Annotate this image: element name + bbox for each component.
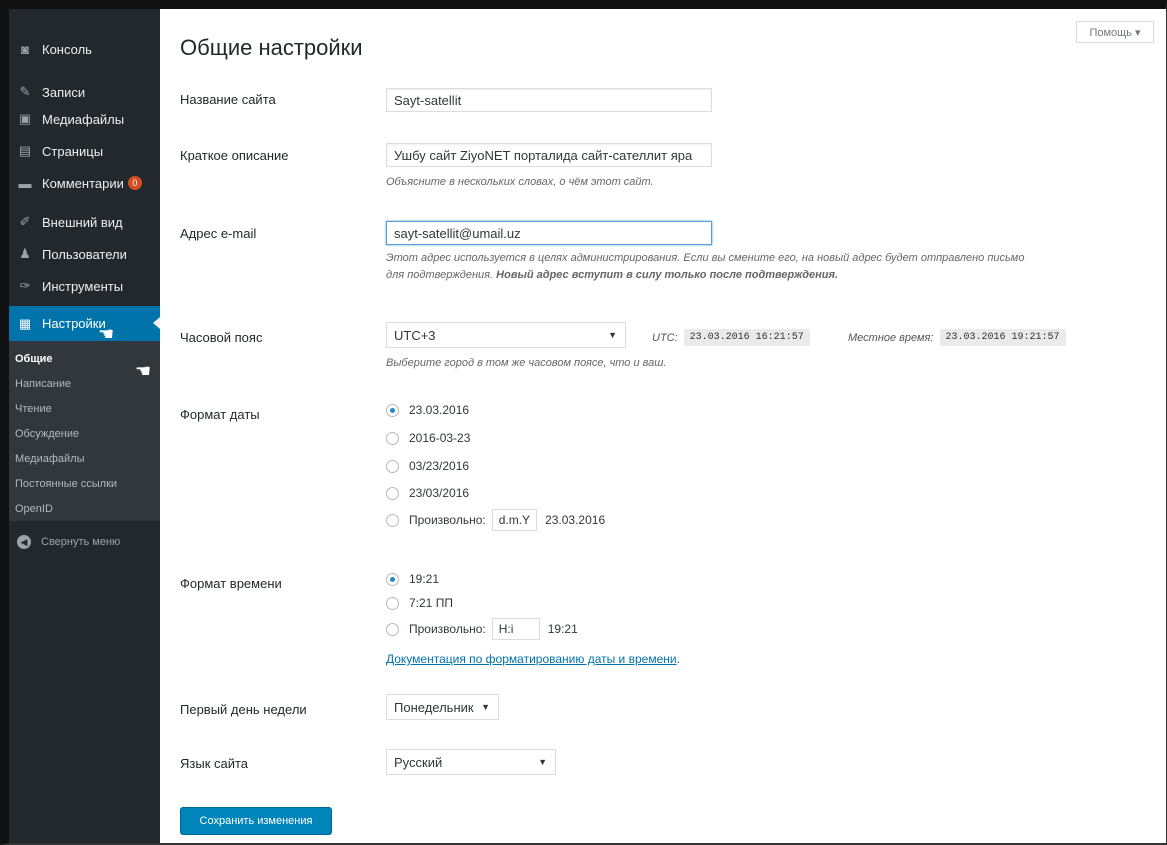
pin-icon: ✎ [19,84,31,99]
hand-cursor-icon: ☚ [135,361,152,381]
help-button[interactable]: Помощь ▾ [1076,21,1154,43]
radio[interactable] [386,596,399,610]
site-title-label: Название сайта [180,92,276,107]
tagline-label: Краткое описание [180,148,289,163]
date-time-docs-link[interactable]: Документация по форматированию даты и вр… [386,652,677,666]
submenu-item-media[interactable]: Медиафайлы [15,453,84,465]
comments-icon: ▬ [18,175,32,191]
users-icon: ♟ [19,246,31,261]
time-format-custom[interactable]: Произвольно: H:i 19:21 [386,618,578,640]
collapse-menu-button[interactable]: ◀ Свернуть меню [17,535,120,549]
date-time-docs-link-wrap: Документация по форматированию даты и вр… [386,652,680,666]
date-format-option[interactable]: 03/23/2016 [386,459,469,473]
dropdown-caret-icon: ▼ [481,702,490,712]
dropdown-caret-icon: ▼ [538,757,547,767]
date-format-custom[interactable]: Произвольно: d.m.Y 23.03.2016 [386,509,605,531]
sidebar-item-users[interactable]: ♟ Пользователи [9,241,160,267]
radio-checked[interactable] [386,572,399,586]
sidebar-item-media[interactable]: ▣ Медиафайлы [9,106,160,132]
dashboard-icon: ◙ [21,41,29,57]
sidebar-item-dashboard[interactable]: ◙ Консоль [9,36,160,62]
time-format-option[interactable]: 19:21 [386,572,439,586]
save-changes-button[interactable]: Сохранить изменения [180,807,332,835]
submenu-item-permalinks[interactable]: Постоянные ссылки [15,478,117,490]
appearance-icon: ✐ [19,214,31,229]
submenu-item-general[interactable]: Общие [15,353,53,365]
sidebar-item-appearance[interactable]: ✐ Внешний вид [9,209,160,235]
email-label: Адрес e-mail [180,226,257,241]
admin-sidebar: ◙ Консоль ✎ Записи ▣ Медиафайлы ▤ Страницы ▬… [9,9,160,843]
screen-frame: ◙ Консоль ✎ Записи ▣ Медиафайлы ▤ Страницы ▬… [0,0,1167,845]
tools-icon: ✑ [19,278,31,293]
radio-checked[interactable] [386,403,399,417]
pages-icon: ▤ [18,143,32,158]
sidebar-item-posts[interactable]: ✎ Записи [9,79,160,105]
date-format-custom-input[interactable]: d.m.Y [491,509,538,531]
settings-icon: ▦ [18,315,32,331]
comment-count-badge: 0 [127,176,142,190]
submenu-item-writing[interactable]: Написание [15,378,71,390]
sidebar-item-settings[interactable]: ▦ Настройки [9,306,160,341]
date-format-option[interactable]: 2016-03-23 [386,431,470,445]
active-arrow-icon [153,317,160,329]
time-format-preview: 19:21 [547,622,578,636]
utc-time-display: UTC: 23.03.2016 16:21:57 [652,329,810,346]
radio[interactable] [386,431,399,445]
timezone-select[interactable]: UTC+3 ▼ [386,322,626,348]
radio[interactable] [386,622,399,636]
language-label: Язык сайта [180,756,249,771]
page-title: Общие настройки [180,35,363,60]
sidebar-item-pages[interactable]: ▤ Страницы [9,138,160,164]
radio[interactable] [386,513,399,527]
media-icon: ▣ [18,111,32,126]
site-title-input[interactable] [386,88,712,112]
tagline-description: Объясните в нескольких словах, о чём это… [386,176,654,188]
submenu-item-reading[interactable]: Чтение [15,403,52,415]
date-format-option[interactable]: 23.03.2016 [386,403,469,417]
date-format-preview: 23.03.2016 [545,513,606,527]
collapse-icon: ◀ [17,535,31,549]
main-content: Помощь ▾ Общие настройки Название сайта … [160,9,1166,843]
radio[interactable] [386,459,399,473]
week-start-label: Первый день недели [180,702,307,717]
dropdown-caret-icon: ▼ [608,330,617,340]
submenu-item-discussion[interactable]: Обсуждение [15,428,79,440]
sidebar-item-comments[interactable]: ▬ Комментарии 0 [9,170,160,196]
time-format-label: Формат времени [180,576,282,591]
sidebar-item-tools[interactable]: ✑ Инструменты [9,273,160,299]
time-format-custom-input[interactable]: H:i [491,618,540,640]
date-format-option[interactable]: 23/03/2016 [386,486,469,500]
time-format-option[interactable]: 7:21 ПП [386,596,453,610]
email-description: Этот адрес используется в целях админист… [386,252,1025,281]
week-start-select[interactable]: Понедельник ▼ [386,694,499,720]
submenu-item-openid[interactable]: OpenID [15,503,53,515]
language-select[interactable]: Русский ▼ [386,749,556,775]
timezone-description: Выберите город в том же часовом поясе, ч… [386,357,667,369]
radio[interactable] [386,486,399,500]
hand-cursor-icon: ☚ [98,324,115,344]
email-input[interactable] [386,221,712,245]
date-format-label: Формат даты [180,407,260,422]
tagline-input[interactable] [386,143,712,167]
timezone-label: Часовой пояс [180,330,263,345]
local-time-display: Местное время: 23.03.2016 19:21:57 [848,329,1066,346]
